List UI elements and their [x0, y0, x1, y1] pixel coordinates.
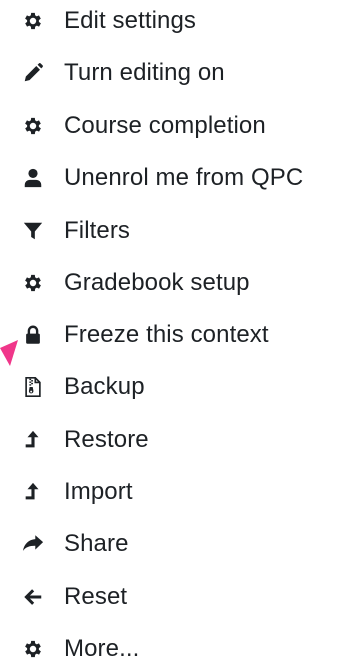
- menu-item-backup[interactable]: Backup: [0, 367, 345, 407]
- menu-item-course-completion[interactable]: Course completion: [0, 106, 345, 146]
- menu-item-import[interactable]: Import: [0, 472, 345, 512]
- menu-item-label: More...: [64, 635, 140, 662]
- menu-item-label: Gradebook setup: [64, 269, 250, 296]
- level-up-icon: [22, 429, 44, 451]
- menu-item-label: Restore: [64, 426, 149, 453]
- menu-item-label: Freeze this context: [64, 321, 269, 348]
- gear-icon: [22, 115, 44, 137]
- arrow-left-icon: [22, 586, 44, 608]
- menu-item-label: Unenrol me from QPC: [64, 164, 304, 191]
- filter-icon: [22, 220, 44, 242]
- menu-item-label: Import: [64, 478, 133, 505]
- menu-item-label: Course completion: [64, 112, 266, 139]
- gear-icon: [22, 272, 44, 294]
- menu-item-label: Turn editing on: [64, 59, 225, 86]
- menu-item-restore[interactable]: Restore: [0, 420, 345, 460]
- share-icon: [22, 533, 44, 555]
- menu-item-gradebook-setup[interactable]: Gradebook setup: [0, 263, 345, 303]
- gear-icon: [22, 638, 44, 660]
- lock-icon: [22, 324, 44, 346]
- pencil-icon: [22, 62, 44, 84]
- menu-item-unenrol[interactable]: Unenrol me from QPC: [0, 158, 345, 198]
- menu-item-label: Edit settings: [64, 7, 197, 34]
- menu-item-label: Filters: [64, 217, 131, 244]
- menu-item-label: Backup: [64, 373, 145, 400]
- gear-icon: [22, 10, 44, 32]
- user-icon: [22, 167, 44, 189]
- menu-item-label: Share: [64, 530, 129, 557]
- menu-item-share[interactable]: Share: [0, 524, 345, 564]
- menu-item-filters[interactable]: Filters: [0, 211, 345, 251]
- menu-item-freeze-context[interactable]: Freeze this context: [0, 315, 345, 355]
- level-up-icon: [22, 481, 44, 503]
- menu-item-edit-settings[interactable]: Edit settings: [0, 1, 345, 41]
- menu-item-turn-editing-on[interactable]: Turn editing on: [0, 53, 345, 93]
- menu-item-more[interactable]: More...: [0, 629, 345, 662]
- file-archive-icon: [22, 376, 44, 398]
- menu-item-label: Reset: [64, 583, 128, 610]
- menu-item-reset[interactable]: Reset: [0, 577, 345, 617]
